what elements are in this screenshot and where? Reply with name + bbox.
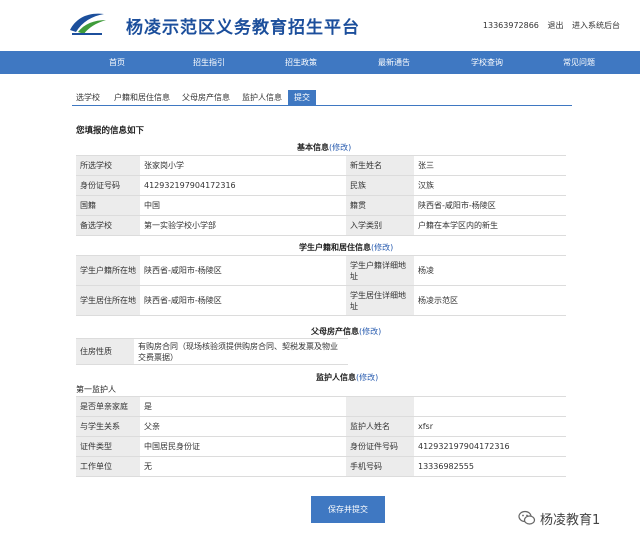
- table-row: 身份证号码 412932197904172316 民族 汉族: [76, 176, 566, 196]
- table-row: 所选学校 张家岗小学 新生姓名 张三: [76, 156, 566, 176]
- cell-value: 有购房合同（现场核验须提供购房合同、契税发票及物业交费票据）: [134, 339, 348, 364]
- nav-item-notices[interactable]: 最新通告: [354, 51, 434, 74]
- tab-submit[interactable]: 提交: [288, 90, 316, 106]
- header: 杨凌示范区义务教育招生平台 13363972866 退出 进入系统后台: [0, 0, 640, 50]
- cell-value: 杨凌示范区: [414, 286, 566, 315]
- table-row: 住房性质 有购房合同（现场核验须提供购房合同、契税发票及物业交费票据）: [76, 339, 348, 365]
- cell-label: 身份证件号码: [346, 437, 414, 456]
- cell-label: 监护人姓名: [346, 417, 414, 436]
- cell-value: 陕西省-咸阳市-杨陵区: [140, 256, 346, 285]
- cell-value: 张家岗小学: [140, 156, 346, 175]
- cell-label: 学生户籍详细地址: [346, 256, 414, 285]
- cell-value: 陕西省-咸阳市-杨陵区: [140, 286, 346, 315]
- cell-label: [346, 397, 414, 416]
- cell-value: 无: [140, 457, 346, 476]
- basic-section-title: 基本信息(修改): [297, 142, 351, 153]
- summary-title: 您填报的信息如下: [76, 126, 145, 136]
- table-row: 工作单位 无 手机号码 13336982555: [76, 457, 566, 477]
- cell-value: 杨凌: [414, 256, 566, 285]
- cell-value: 13336982555: [414, 457, 566, 476]
- main-nav: 首页 招生指引 招生政策 最新通告 学校查询 常见问题: [0, 51, 640, 74]
- cell-value: 第一实验学校小学部: [140, 216, 346, 235]
- guardian-edit-link[interactable]: (修改): [356, 373, 378, 382]
- cell-label: 身份证号码: [76, 176, 140, 195]
- tab-property[interactable]: 父母房产信息: [182, 90, 230, 106]
- residence-edit-link[interactable]: (修改): [371, 243, 393, 252]
- watermark: 杨凌教育1: [518, 506, 600, 530]
- cell-value: 户籍在本学区内的新生: [414, 216, 566, 235]
- cell-label: 备选学校: [76, 216, 140, 235]
- logo-icon: [70, 13, 106, 35]
- residence-info-table: 学生户籍所在地 陕西省-咸阳市-杨陵区 学生户籍详细地址 杨凌 学生居住所在地 …: [76, 255, 566, 316]
- cell-label: 工作单位: [76, 457, 140, 476]
- basic-section-label: 基本信息: [297, 143, 329, 152]
- nav-item-policy[interactable]: 招生政策: [261, 51, 341, 74]
- cell-value: 412932197904172316: [414, 437, 566, 456]
- step-tabs: 选学校 户籍和居住信息 父母房产信息 监护人信息 提交: [72, 90, 572, 106]
- site-title: 杨凌示范区义务教育招生平台: [126, 18, 360, 38]
- first-guardian-label: 第一监护人: [76, 385, 116, 394]
- guardian-info-table: 是否单亲家庭 是 与学生关系 父亲 监护人姓名 xfsr 证件类型 中国居民身份…: [76, 396, 566, 477]
- property-info-table: 住房性质 有购房合同（现场核验须提供购房合同、契税发票及物业交费票据）: [76, 338, 348, 365]
- tab-residence[interactable]: 户籍和居住信息: [114, 90, 170, 106]
- wechat-icon: [518, 510, 536, 525]
- cell-label: 新生姓名: [346, 156, 414, 175]
- table-row: 证件类型 中国居民身份证 身份证件号码 412932197904172316: [76, 437, 566, 457]
- table-row: 学生居住所在地 陕西省-咸阳市-杨陵区 学生居住详细地址 杨凌示范区: [76, 286, 566, 316]
- logout-link[interactable]: 退出: [547, 21, 563, 30]
- cell-label: 证件类型: [76, 437, 140, 456]
- cell-label: 学生户籍所在地: [76, 256, 140, 285]
- cell-label: 籍贯: [346, 196, 414, 215]
- cell-label: 学生居住详细地址: [346, 286, 414, 315]
- guardian-section-title: 监护人信息(修改): [316, 372, 378, 383]
- table-row: 与学生关系 父亲 监护人姓名 xfsr: [76, 417, 566, 437]
- cell-value: 汉族: [414, 176, 566, 195]
- table-row: 备选学校 第一实验学校小学部 入学类别 户籍在本学区内的新生: [76, 216, 566, 236]
- save-submit-button[interactable]: 保存并提交: [311, 496, 385, 523]
- nav-item-school-query[interactable]: 学校查询: [447, 51, 527, 74]
- basic-edit-link[interactable]: (修改): [329, 143, 351, 152]
- cell-label: 学生居住所在地: [76, 286, 140, 315]
- cell-label: 民族: [346, 176, 414, 195]
- cell-label: 住房性质: [76, 339, 134, 364]
- cell-value: 412932197904172316: [140, 176, 346, 195]
- cell-label: 是否单亲家庭: [76, 397, 140, 416]
- basic-info-table: 所选学校 张家岗小学 新生姓名 张三 身份证号码 412932197904172…: [76, 155, 566, 236]
- watermark-text: 杨凌教育1: [540, 512, 601, 528]
- residence-section-label: 学生户籍和居住信息: [299, 243, 371, 252]
- cell-label: 国籍: [76, 196, 140, 215]
- cell-label: 入学类别: [346, 216, 414, 235]
- property-section-title: 父母房产信息(修改): [311, 326, 381, 337]
- cell-value: [414, 397, 566, 416]
- guardian-section-label: 监护人信息: [316, 373, 356, 382]
- backend-link[interactable]: 进入系统后台: [572, 21, 620, 30]
- cell-value: 父亲: [140, 417, 346, 436]
- cell-label: 与学生关系: [76, 417, 140, 436]
- cell-value: 陕西省-咸阳市-杨陵区: [414, 196, 566, 215]
- cell-value: 是: [140, 397, 346, 416]
- cell-value: 中国: [140, 196, 346, 215]
- property-edit-link[interactable]: (修改): [359, 327, 381, 336]
- residence-section-title: 学生户籍和居住信息(修改): [299, 242, 393, 253]
- nav-item-faq[interactable]: 常见问题: [539, 51, 619, 74]
- nav-item-home[interactable]: 首页: [77, 51, 157, 74]
- table-row: 国籍 中国 籍贯 陕西省-咸阳市-杨陵区: [76, 196, 566, 216]
- cell-value: xfsr: [414, 417, 566, 436]
- cell-label: 所选学校: [76, 156, 140, 175]
- tab-select-school[interactable]: 选学校: [76, 90, 100, 106]
- nav-item-guide[interactable]: 招生指引: [169, 51, 249, 74]
- cell-value: 张三: [414, 156, 566, 175]
- table-row: 是否单亲家庭 是: [76, 397, 566, 417]
- table-row: 学生户籍所在地 陕西省-咸阳市-杨陵区 学生户籍详细地址 杨凌: [76, 256, 566, 286]
- user-phone: 13363972866: [482, 21, 539, 30]
- user-bar: 13363972866 退出 进入系统后台: [477, 20, 620, 31]
- cell-value: 中国居民身份证: [140, 437, 346, 456]
- tab-guardian[interactable]: 监护人信息: [242, 90, 282, 106]
- property-section-label: 父母房产信息: [311, 327, 359, 336]
- cell-label: 手机号码: [346, 457, 414, 476]
